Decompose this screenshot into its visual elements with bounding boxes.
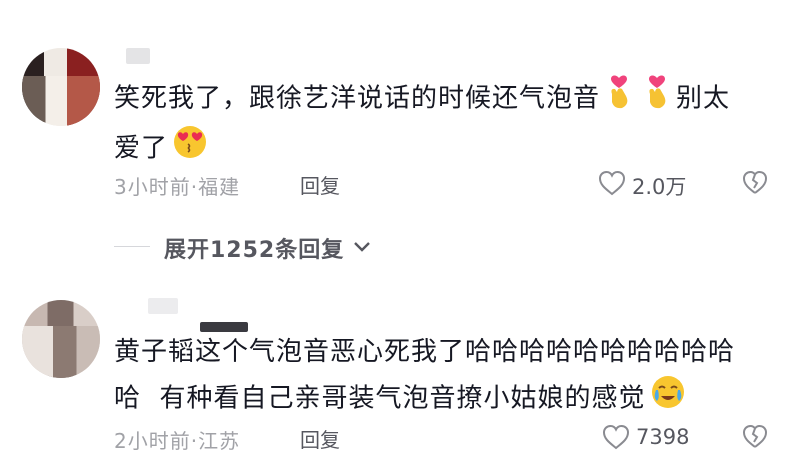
like-count: 2.0万: [632, 175, 687, 199]
like-count: 7398: [636, 425, 690, 449]
heart-eyes-kiss-emoji: [172, 124, 208, 174]
avatar[interactable]: [22, 300, 100, 378]
broken-heart-icon[interactable]: [742, 170, 768, 196]
reply-button[interactable]: 回复: [300, 424, 340, 453]
divider: [114, 246, 150, 247]
username-blurred[interactable]: [148, 298, 178, 314]
username-blurred[interactable]: [126, 48, 150, 64]
comment-text: 笑死我了，跟徐艺洋说话的时候还气泡音 别太 爱了: [114, 74, 784, 174]
heart-outline-icon[interactable]: [598, 170, 626, 196]
chevron-down-icon[interactable]: [352, 240, 372, 254]
avatar[interactable]: [22, 48, 100, 126]
reply-button[interactable]: 回复: [300, 170, 340, 199]
comment-time-location: 2小时前·江苏: [114, 429, 241, 453]
heart-outline-icon[interactable]: [602, 424, 630, 450]
tearful-smile-emoji: [650, 374, 686, 424]
comment-text: 黄子韬这个气泡音恶心死我了哈哈哈哈哈哈哈哈哈哈哈 有种看自己亲哥装气泡音撩小姑娘…: [114, 330, 784, 424]
finger-heart-emoji: [642, 74, 672, 124]
finger-heart-emoji: [604, 74, 634, 124]
broken-heart-icon[interactable]: [742, 424, 768, 450]
comment-time-location: 3小时前·福建: [114, 175, 241, 199]
expand-replies-button[interactable]: 展开1252条回复: [164, 232, 344, 264]
